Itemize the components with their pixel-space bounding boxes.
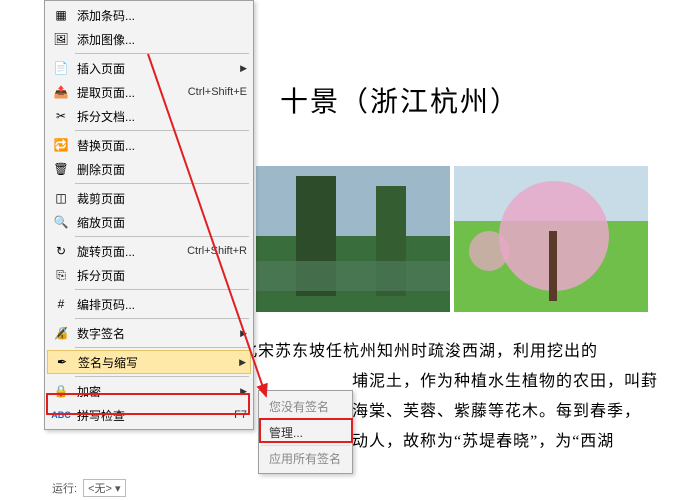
menu-item-page-plus[interactable]: 📄 插入页面 ▶ [47,56,251,80]
menu-item-barcode[interactable]: ▦ 添加条码... [47,3,251,27]
menu-separator [75,130,249,131]
page-extract-icon: 📤 [51,82,71,102]
document-title: 十景（浙江杭州） [280,80,520,120]
menu-item-label: 提取页面... [77,84,180,101]
menu-item-image[interactable]: 🖼 添加图像... [47,27,251,51]
menu-item-replace[interactable]: 🔁 替换页面... [47,133,251,157]
encrypt-icon: 🔒 [51,381,71,401]
doc-image-1 [256,166,450,312]
menu-item-label: 缩放页面 [77,214,247,231]
menu-item-label: 裁剪页面 [77,190,247,207]
menu-separator [75,236,249,237]
submenu-item-0: 您没有签名 [261,393,350,419]
page-delete-icon: 🗑 [51,159,71,179]
menu-separator [75,318,249,319]
menu-item-label: 旋转页面... [77,243,179,260]
spell-icon: ABC [51,405,71,425]
menu-item-zoom-page[interactable]: 🔍 缩放页面 [47,210,251,234]
menu-item-label: 编排页码... [77,296,247,313]
image-row [256,166,648,312]
chevron-right-icon: ▶ [240,328,247,339]
submenu-item-2: 应用所有签名 [261,445,350,471]
menu-item-shortcut: Ctrl+Shift+R [187,245,247,257]
menu-separator [75,347,249,348]
context-menu: ▦ 添加条码... 🖼 添加图像... 📄 插入页面 ▶ 📤 提取页面... Ctrl+Shift… [44,0,254,430]
menu-item-label: 加密 [77,383,234,400]
menu-item-label: 签名与缩写 [78,354,233,371]
crop-icon: ◫ [51,188,71,208]
menu-item-label: 插入页面 [77,60,234,77]
menu-item-digisig[interactable]: 🔏 数字签名 ▶ [47,321,251,345]
statusbar: 运行: <无> ▾ [44,476,134,500]
menu-item-label: 添加条码... [77,7,247,24]
menu-item-encrypt[interactable]: 🔒 加密 ▶ [47,379,251,403]
digisig-icon: 🔏 [51,323,71,343]
image-icon: 🖼 [51,29,71,49]
sign-icon: ✒ [52,352,72,372]
rotate-icon: ↻ [51,241,71,261]
split-page-icon: ⎘ [51,265,71,285]
page-plus-icon: 📄 [51,58,71,78]
menu-item-page-extract[interactable]: 📤 提取页面... Ctrl+Shift+E [47,80,251,104]
menu-separator [75,53,249,54]
menu-item-page-delete[interactable]: 🗑 删除页面 [47,157,251,181]
menu-item-label: 拆分文档... [77,108,247,125]
menu-item-shortcut: Ctrl+Shift+E [188,86,247,98]
menu-separator [75,376,249,377]
statusbar-label: 运行: [52,480,77,496]
statusbar-run-dropdown[interactable]: <无> ▾ [83,479,125,497]
menu-item-crop[interactable]: ◫ 裁剪页面 [47,186,251,210]
barcode-icon: ▦ [51,5,71,25]
zoom-page-icon: 🔍 [51,212,71,232]
menu-item-spell[interactable]: ABC 拼写检查 F7 [47,403,251,427]
menu-item-label: 添加图像... [77,31,247,48]
signature-submenu: 您没有签名管理...应用所有签名 [258,390,353,474]
menu-item-label: 数字签名 [77,325,234,342]
chevron-right-icon: ▶ [240,386,247,397]
menu-item-label: 拆分页面 [77,267,247,284]
menu-separator [75,183,249,184]
menu-item-label: 拼写检查 [77,407,226,424]
menu-item-rotate[interactable]: ↻ 旋转页面... Ctrl+Shift+R [47,239,251,263]
pagenum-icon: # [51,294,71,314]
doc-line: 是北宋苏东坡任杭州知州时疏浚西湖，利用挖出的 [224,337,674,367]
menu-item-shortcut: F7 [234,409,247,421]
replace-icon: 🔁 [51,135,71,155]
menu-item-pagenum[interactable]: # 编排页码... [47,292,251,316]
menu-item-label: 替换页面... [77,137,247,154]
menu-item-split[interactable]: ✂ 拆分文档... [47,104,251,128]
chevron-right-icon: ▶ [239,357,246,368]
submenu-item-1[interactable]: 管理... [261,419,350,445]
menu-item-sign[interactable]: ✒ 签名与缩写 ▶ [47,350,251,374]
split-icon: ✂ [51,106,71,126]
chevron-right-icon: ▶ [240,63,247,74]
menu-item-split-page[interactable]: ⎘ 拆分页面 [47,263,251,287]
menu-item-label: 删除页面 [77,161,247,178]
menu-separator [75,289,249,290]
doc-image-2 [454,166,648,312]
